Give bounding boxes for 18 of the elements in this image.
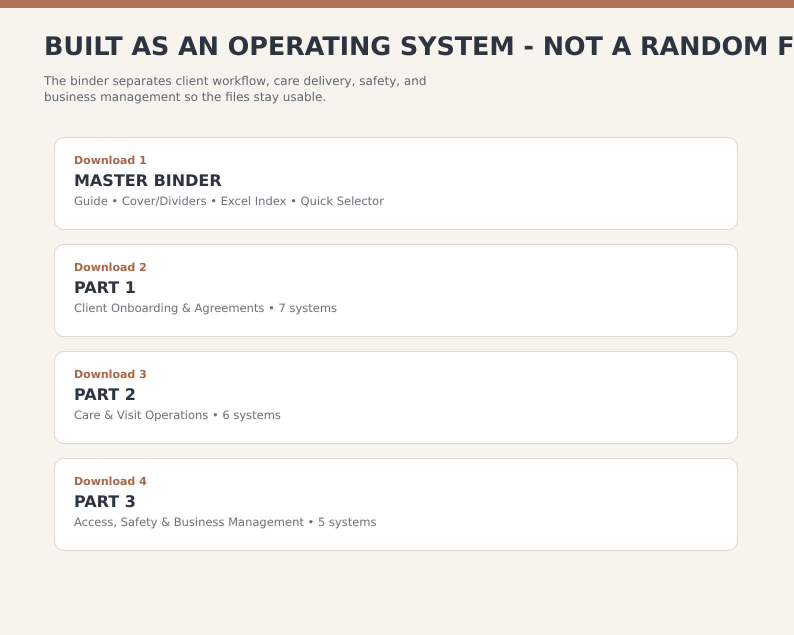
download-card[interactable]: Download 2 PART 1 Client Onboarding & Agreements • 7 systems [54,244,738,337]
download-description: Guide • Cover/Dividers • Excel Index • Quick Selector [74,194,385,209]
download-title: PART 1 [74,278,137,298]
download-description: Access, Safety & Business Management • 5 systems [74,515,378,530]
intro-text: The binder separates client workflow, care delivery, safety, and business management so the files stay usable. [44,73,428,105]
download-label: Download 4 [74,475,148,489]
download-title: PART 2 [74,385,137,405]
download-label: Download 3 [74,368,148,382]
download-label: Download 1 [74,154,148,168]
download-card[interactable]: Download 1 MASTER BINDER Guide • Cover/Dividers • Excel Index • Quick Selector [54,137,738,230]
download-title: PART 3 [74,492,137,512]
download-title: MASTER BINDER [74,171,223,191]
page-heading: BUILT AS AN OPERATING SYSTEM - NOT A RANDOM F [44,31,794,63]
download-description: Care & Visit Operations • 6 systems [74,408,282,423]
download-card[interactable]: Download 3 PART 2 Care & Visit Operations • 6 systems [54,351,738,444]
download-card[interactable]: Download 4 PART 3 Access, Safety & Business Management • 5 systems [54,458,738,551]
download-description: Client Onboarding & Agreements • 7 systems [74,301,338,316]
download-label: Download 2 [74,261,148,275]
